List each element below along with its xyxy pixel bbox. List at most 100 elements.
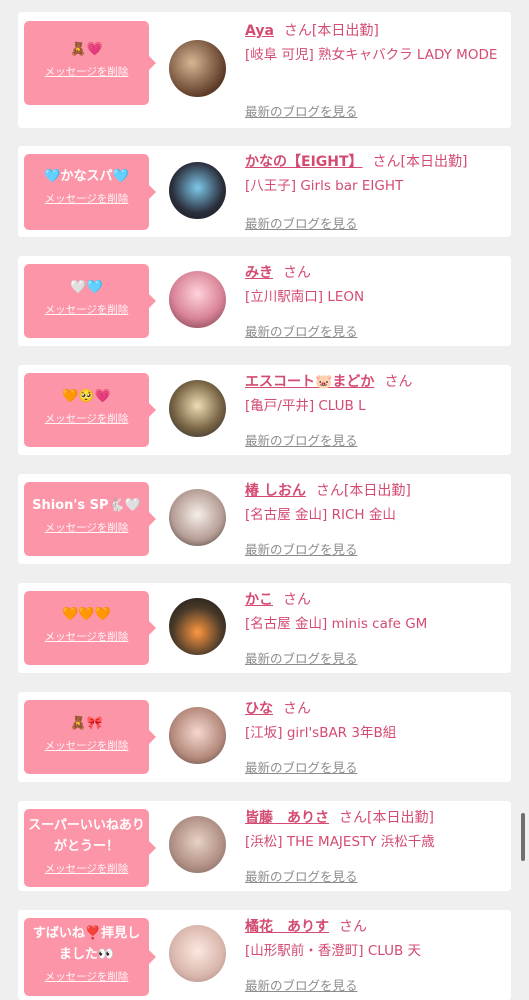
message-bubble: すばいね❣️拝見しました👀 メッセージを削除	[24, 918, 156, 996]
message-bubble: 🧸🎀 メッセージを削除	[24, 700, 156, 774]
avatar[interactable]	[169, 40, 226, 97]
latest-blog-link[interactable]: 最新のブログを見る	[245, 213, 358, 232]
message-text: 🩵かなスパ🩵	[44, 169, 129, 184]
profile-info: 橘花 ありす さん [山形駅前・香澄町] CLUB 天	[245, 918, 503, 962]
message-text: 🤍🩵	[70, 280, 103, 295]
honorific: さん	[339, 810, 367, 826]
name-line: かこ さん	[245, 591, 503, 610]
message-list: 🧸💗 メッセージを削除 Aya さん[本日出勤] [岐阜 可児] 熟女キャバクラ LAD…	[0, 0, 529, 1000]
profile-info: かこ さん [名古屋 金山] minis cafe GM	[245, 591, 503, 635]
cast-name-link[interactable]: 橘花 ありす	[245, 919, 329, 935]
shop-name: [立川駅南口] LEON	[245, 289, 365, 305]
name-line: Aya さん[本日出勤]	[245, 22, 503, 41]
profile-info: ひな さん [江坂] girl'sBAR 3年B組	[245, 700, 503, 744]
cast-name-link[interactable]: みき	[245, 265, 273, 281]
working-today-badge: [本日出勤]	[400, 154, 468, 170]
message-text: 🧸🎀	[70, 716, 103, 731]
cast-name-link[interactable]: かなの【EIGHT】	[245, 154, 363, 170]
name-line: 椿 しおん さん[本日出勤]	[245, 482, 503, 501]
message-text: スーパーいいねありがとうー！	[28, 818, 145, 854]
shop-name: [山形駅前・香澄町] CLUB 天	[245, 943, 422, 959]
latest-blog-link[interactable]: 最新のブログを見る	[245, 757, 358, 776]
latest-blog-link[interactable]: 最新のブログを見る	[245, 539, 358, 558]
cast-name-link[interactable]: エスコート🐷まどか	[245, 374, 374, 390]
list-item: 🧡🧡🧡 メッセージを削除 かこ さん [名古屋 金山] minis cafe GM 最新の…	[18, 583, 511, 673]
message-bubble: スーパーいいねありがとうー！ メッセージを削除	[24, 809, 156, 887]
avatar[interactable]	[169, 925, 226, 982]
honorific: さん	[315, 483, 344, 499]
latest-blog-link[interactable]: 最新のブログを見る	[245, 648, 358, 667]
shop-name: [名古屋 金山] minis cafe GM	[245, 616, 428, 632]
cast-name-link[interactable]: ひな	[245, 701, 273, 717]
delete-message-link[interactable]: メッセージを削除	[24, 520, 149, 535]
latest-blog-link[interactable]: 最新のブログを見る	[245, 321, 358, 340]
delete-message-link[interactable]: メッセージを削除	[24, 191, 149, 206]
cast-name-link[interactable]: かこ	[245, 592, 273, 608]
latest-blog-link[interactable]: 最新のブログを見る	[245, 101, 358, 120]
cast-name-link[interactable]: 皆藤 ありさ	[245, 810, 329, 826]
list-item: 🤍🩵 メッセージを削除 みき さん [立川駅南口] LEON 最新のブログを見る	[18, 256, 511, 346]
message-text: すばいね❣️拝見しました👀	[32, 926, 141, 962]
delete-message-link[interactable]: メッセージを削除	[24, 411, 149, 426]
honorific: さん	[283, 265, 311, 281]
honorific: さん	[384, 374, 413, 390]
message-text: 🧡🥺💗	[62, 389, 111, 404]
profile-info: かなの【EIGHT】 さん[本日出勤] [八王子] Girls bar EIGHT	[245, 153, 503, 197]
latest-blog-link[interactable]: 最新のブログを見る	[245, 975, 358, 994]
message-bubble: 🤍🩵 メッセージを削除	[24, 264, 156, 338]
list-item: 🧡🥺💗 メッセージを削除 エスコート🐷まどか さん [亀戸/平井] CLUB L 最新のブ…	[18, 365, 511, 455]
profile-info: 皆藤 ありさ さん[本日出勤] [浜松] THE MAJESTY 浜松千歳	[245, 809, 503, 853]
honorific: さん	[283, 592, 311, 608]
message-bubble: 🩵かなスパ🩵 メッセージを削除	[24, 154, 156, 230]
list-item: 🩵かなスパ🩵 メッセージを削除 かなの【EIGHT】 さん[本日出勤] [八王子] Gi…	[18, 146, 511, 237]
delete-message-link[interactable]: メッセージを削除	[24, 861, 149, 876]
message-bubble: 🧡🧡🧡 メッセージを削除	[24, 591, 156, 665]
cast-name-link[interactable]: 椿 しおん	[245, 483, 306, 499]
scrollbar[interactable]	[521, 813, 525, 861]
list-item: Shion's SP🐇🤍 メッセージを削除 椿 しおん さん[本日出勤] [名古屋 金山…	[18, 474, 511, 564]
message-bubble: Shion's SP🐇🤍 メッセージを削除	[24, 482, 156, 556]
message-text: 🧡🧡🧡	[62, 607, 111, 622]
list-item: すばいね❣️拝見しました👀 メッセージを削除 橘花 ありす さん [山形駅前・香澄町] …	[18, 910, 511, 1000]
working-today-badge: [本日出勤]	[343, 483, 411, 499]
working-today-badge: [本日出勤]	[367, 810, 434, 826]
profile-info: みき さん [立川駅南口] LEON	[245, 264, 503, 308]
delete-message-link[interactable]: メッセージを削除	[24, 738, 149, 753]
honorific: さん	[283, 23, 312, 39]
message-text: 🧸💗	[70, 42, 103, 57]
list-item: スーパーいいねありがとうー！ メッセージを削除 皆藤 ありさ さん[本日出勤] [浜松]…	[18, 801, 511, 891]
avatar[interactable]	[169, 816, 226, 873]
shop-name: [江坂] girl'sBAR 3年B組	[245, 725, 397, 741]
profile-info: 椿 しおん さん[本日出勤] [名古屋 金山] RICH 金山	[245, 482, 503, 526]
shop-name: [八王子] Girls bar EIGHT	[245, 178, 404, 194]
list-item: 🧸💗 メッセージを削除 Aya さん[本日出勤] [岐阜 可児] 熟女キャバクラ LAD…	[18, 12, 511, 128]
name-line: かなの【EIGHT】 さん[本日出勤]	[245, 153, 503, 172]
name-line: ひな さん	[245, 700, 503, 719]
name-line: 皆藤 ありさ さん[本日出勤]	[245, 809, 503, 828]
honorific: さん	[372, 154, 401, 170]
shop-name: [浜松] THE MAJESTY 浜松千歳	[245, 834, 435, 850]
avatar[interactable]	[169, 707, 226, 764]
avatar[interactable]	[169, 380, 226, 437]
honorific: さん	[339, 919, 367, 935]
shop-name: [名古屋 金山] RICH 金山	[245, 507, 396, 523]
honorific: さん	[283, 701, 311, 717]
message-text: Shion's SP🐇🤍	[32, 498, 141, 513]
latest-blog-link[interactable]: 最新のブログを見る	[245, 430, 358, 449]
delete-message-link[interactable]: メッセージを削除	[24, 64, 149, 79]
avatar[interactable]	[169, 598, 226, 655]
delete-message-link[interactable]: メッセージを削除	[24, 302, 149, 317]
avatar[interactable]	[169, 489, 226, 546]
shop-name: [亀戸/平井] CLUB L	[245, 398, 366, 414]
name-line: エスコート🐷まどか さん	[245, 373, 503, 392]
name-line: 橘花 ありす さん	[245, 918, 503, 937]
list-item: 🧸🎀 メッセージを削除 ひな さん [江坂] girl'sBAR 3年B組 最新のブログを…	[18, 692, 511, 782]
delete-message-link[interactable]: メッセージを削除	[24, 969, 149, 984]
profile-info: エスコート🐷まどか さん [亀戸/平井] CLUB L	[245, 373, 503, 417]
delete-message-link[interactable]: メッセージを削除	[24, 629, 149, 644]
latest-blog-link[interactable]: 最新のブログを見る	[245, 866, 358, 885]
cast-name-link[interactable]: Aya	[245, 23, 274, 39]
profile-info: Aya さん[本日出勤] [岐阜 可児] 熟女キャバクラ LADY MODE	[245, 22, 503, 66]
avatar[interactable]	[169, 271, 226, 328]
avatar[interactable]	[169, 162, 226, 219]
